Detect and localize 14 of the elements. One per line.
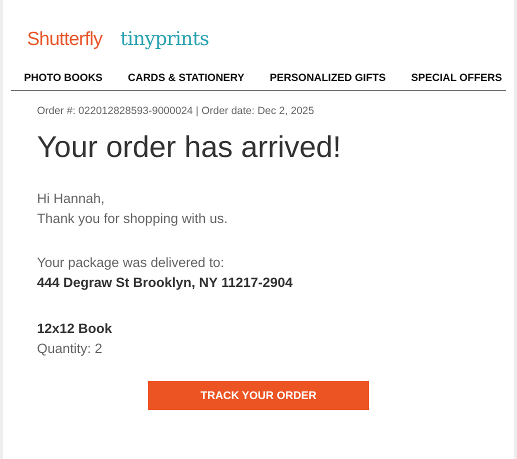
heading: Your order has arrived! bbox=[37, 131, 342, 165]
item-name: 12x12 Book bbox=[37, 320, 114, 338]
delivery-label: Your package was delivered to: bbox=[37, 254, 226, 272]
shutterfly-logo[interactable]: Shutterfly bbox=[27, 29, 102, 51]
delivery-address: 444 Degraw St Brooklyn, NY 11217-2904 bbox=[37, 274, 294, 292]
greeting-text: Thank you for shopping with us. bbox=[37, 210, 229, 228]
order-info: Order #: 022012828593-9000024 | Order date: Dec 2, 2025 bbox=[37, 105, 316, 117]
track-order-button[interactable]: TRACK YOUR ORDER bbox=[148, 381, 369, 410]
nav-link[interactable]: SPECIAL OFFERS bbox=[411, 72, 502, 84]
nav-link[interactable]: CARDS & STATIONERY bbox=[128, 72, 244, 84]
greeting-text: Hi Hannah, bbox=[37, 190, 106, 208]
nav-link[interactable]: PERSONALIZED GIFTS bbox=[270, 72, 386, 84]
nav-link[interactable]: PHOTO BOOKS bbox=[24, 72, 103, 84]
item-quantity: Quantity: 2 bbox=[37, 340, 104, 358]
